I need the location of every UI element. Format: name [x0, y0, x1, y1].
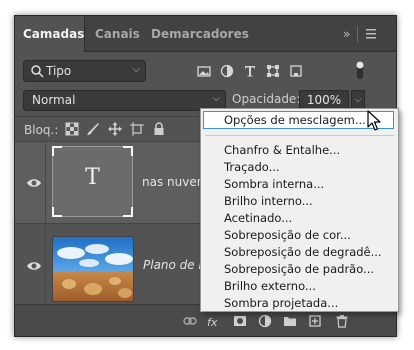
menu-item-inner-glow[interactable]: Brilho interno...: [224, 194, 313, 208]
layer-filter-dropdown[interactable]: Tipo ⌵: [23, 60, 146, 82]
lock-all-icon[interactable]: [152, 122, 166, 136]
menu-item-outer-glow[interactable]: Brilho externo...: [224, 279, 316, 293]
lock-artboard-icon[interactable]: [130, 122, 144, 136]
tabbar-divider: [357, 26, 358, 42]
adjustment-icon[interactable]: [258, 314, 272, 328]
tab-canais[interactable]: Canais: [87, 16, 148, 52]
smart-object-filter-icon[interactable]: [288, 63, 304, 79]
eye-icon[interactable]: [26, 260, 42, 272]
hamburger-menu-icon[interactable]: [365, 16, 377, 52]
adjustment-filter-icon[interactable]: [219, 63, 235, 79]
menu-item-inner-shadow[interactable]: Sombra interna...: [224, 177, 324, 191]
shape-filter-icon[interactable]: [265, 63, 281, 79]
blend-mode-label: Normal: [32, 93, 76, 107]
selection-corner: [123, 207, 133, 217]
chevron-down-icon: ⌵: [212, 93, 220, 104]
filter-toggle-icon[interactable]: [354, 59, 366, 81]
text-layer-thumbnail: T: [52, 146, 133, 217]
selection-corner: [123, 146, 133, 156]
type-filter-icon[interactable]: [242, 63, 258, 79]
menu-item-drop-shadow[interactable]: Sombra projetada...: [224, 296, 338, 310]
panel-tab-bar: Camadas Canais Demarcadores »: [15, 16, 396, 52]
image-filter-icon[interactable]: [196, 63, 212, 79]
menu-item-blending-options[interactable]: Opções de mesclagem...: [203, 111, 394, 129]
blend-mode-dropdown[interactable]: Normal ⌵: [23, 90, 226, 111]
mouse-cursor-icon: [367, 110, 381, 131]
tab-demarcadores[interactable]: Demarcadores: [143, 16, 257, 52]
image-layer-thumbnail: [52, 236, 134, 302]
layer-style-menu: Opções de mesclagem... Chanfro & Entalhe…: [200, 108, 399, 312]
trash-icon[interactable]: [335, 314, 349, 328]
new-layer-icon[interactable]: [308, 314, 322, 328]
eye-icon[interactable]: [26, 177, 42, 189]
chevron-down-icon: ⌵: [132, 64, 140, 75]
layer-gutter: [45, 142, 46, 223]
lock-move-icon[interactable]: [108, 122, 122, 136]
search-icon: [31, 65, 44, 78]
layer-name[interactable]: Plano de F: [143, 258, 205, 272]
group-icon[interactable]: [283, 314, 297, 328]
lock-label: Bloq.:: [24, 123, 59, 137]
double-chevron-right-icon[interactable]: »: [343, 16, 350, 52]
menu-separator: [205, 135, 394, 136]
menu-item-color-overlay[interactable]: Sobreposição de cor...: [224, 228, 351, 242]
menu-item-label: Opções de mesclagem...: [224, 113, 366, 127]
tab-camadas[interactable]: Camadas: [15, 16, 85, 52]
lock-transparent-icon[interactable]: [65, 122, 79, 136]
menu-item-satin[interactable]: Acetinado...: [224, 211, 292, 225]
fx-icon[interactable]: fx: [207, 314, 221, 328]
opacity-label: Opacidade:: [232, 92, 301, 106]
link-icon[interactable]: [183, 314, 197, 328]
menu-item-gradient-overlay[interactable]: Sobreposição de degradê...: [224, 245, 382, 259]
menu-item-bevel-emboss[interactable]: Chanfro & Entalhe...: [224, 143, 340, 157]
mask-icon[interactable]: [233, 314, 247, 328]
layer-gutter: [45, 224, 46, 304]
selection-corner: [52, 146, 62, 156]
filter-type-label: Tipo: [46, 64, 72, 78]
selection-corner: [52, 207, 62, 217]
type-icon: T: [85, 165, 100, 190]
svg-text:fx: fx: [207, 316, 218, 328]
menu-item-pattern-overlay[interactable]: Sobreposição de padrão...: [224, 262, 374, 276]
menu-item-stroke[interactable]: Traçado...: [224, 160, 280, 174]
lock-paint-icon[interactable]: [86, 122, 100, 136]
